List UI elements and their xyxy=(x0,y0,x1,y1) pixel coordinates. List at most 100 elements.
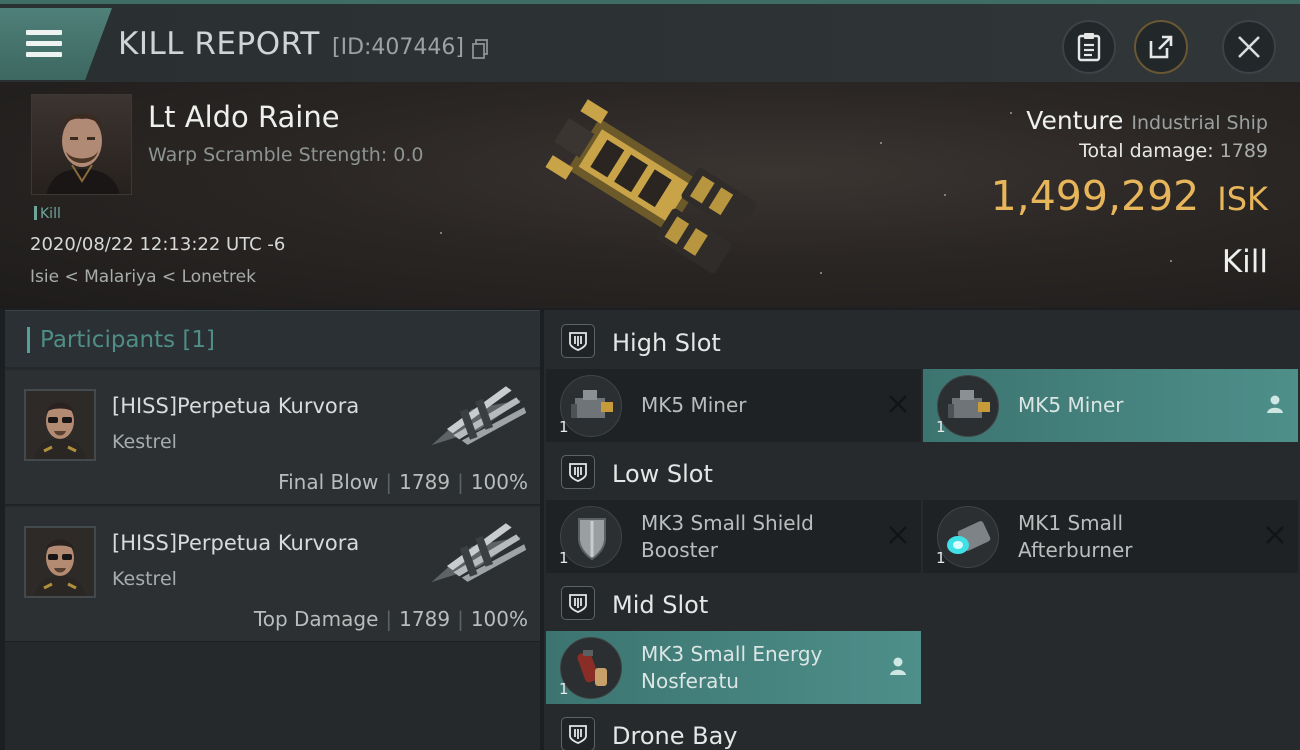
participant-percent: 100% xyxy=(470,470,528,494)
module-item[interactable]: 1 MK3 Small Energy Nosferatu xyxy=(546,631,921,704)
isk-amount: 1,499,292 xyxy=(990,172,1200,220)
item-quantity: 1 xyxy=(559,680,569,698)
slot-icon xyxy=(561,324,595,358)
report-id: [ID:407446] xyxy=(332,35,464,60)
star xyxy=(1010,112,1012,114)
total-damage-value: 1789 xyxy=(1219,140,1268,162)
participant-ship-image xyxy=(431,386,527,446)
close-icon xyxy=(1238,36,1260,58)
item-name-line1: MK3 Small Energy xyxy=(641,642,823,666)
kill-tag: Kill xyxy=(34,206,61,222)
drone-bay-label: Drone Bay xyxy=(612,722,738,750)
participant-ship-image xyxy=(431,523,527,583)
module-item[interactable]: 1 MK5 Miner xyxy=(546,369,921,442)
participant-avatar xyxy=(24,389,96,461)
destroyed-x-icon xyxy=(1266,526,1284,544)
slot-icon xyxy=(561,586,595,620)
item-name: MK5 Miner xyxy=(1018,392,1123,419)
shield-booster-icon xyxy=(560,506,622,568)
participant-role: Top Damage xyxy=(253,607,379,631)
mid-slot-label: Mid Slot xyxy=(612,591,709,619)
share-icon xyxy=(1149,35,1173,59)
star xyxy=(1170,260,1172,262)
warp-scramble-strength: Warp Scramble Strength: 0.0 xyxy=(148,144,424,166)
low-slot-header: Low Slot xyxy=(544,443,1300,501)
participant-ship: Kestrel xyxy=(112,568,177,590)
star xyxy=(440,232,442,234)
participant-role: Final Blow xyxy=(278,470,379,494)
close-button[interactable] xyxy=(1222,20,1276,74)
item-name: MK5 Miner xyxy=(641,392,746,419)
victim-ship[interactable]: Venture Industrial Ship xyxy=(1026,106,1268,135)
miner-icon xyxy=(937,375,999,437)
ship-name: Venture xyxy=(1026,106,1124,135)
mid-slot-header: Mid Slot xyxy=(544,574,1300,632)
victim-portrait[interactable] xyxy=(31,94,132,195)
slot-icon xyxy=(561,455,595,489)
participant-avatar xyxy=(24,526,96,598)
afterburner-icon xyxy=(937,506,999,568)
module-item[interactable]: 1 MK3 Small Shield Booster xyxy=(546,500,921,573)
pilot-face-icon xyxy=(34,539,86,596)
total-damage-label: Total damage: xyxy=(1079,140,1214,162)
star xyxy=(820,272,822,274)
page-title: KILL REPORT xyxy=(118,26,320,62)
item-name-line1: MK3 Small Shield xyxy=(641,511,814,535)
participant-name[interactable]: [HISS]Perpetua Kurvora xyxy=(112,531,359,555)
participant-percent: 100% xyxy=(470,607,528,631)
pilot-face-icon xyxy=(46,113,120,194)
kill-location[interactable]: Isie < Malariya < Lonetrek xyxy=(30,267,256,287)
item-quantity: 1 xyxy=(936,418,946,436)
total-damage: Total damage: 1789 xyxy=(1079,140,1268,162)
kill-datetime: 2020/08/22 12:13:22 UTC -6 xyxy=(30,234,286,255)
item-name: MK3 Small Shield Booster xyxy=(641,510,814,564)
participant-stats: Top Damage | 1789 | 100% xyxy=(253,607,528,631)
high-slot-header: High Slot xyxy=(544,312,1300,370)
item-name-line2: Afterburner xyxy=(1018,538,1133,562)
participant-stats: Final Blow | 1789 | 100% xyxy=(278,470,528,494)
participant-row[interactable]: [HISS]Perpetua Kurvora Kestrel Top Damag… xyxy=(5,507,540,642)
share-button[interactable] xyxy=(1134,20,1188,74)
star xyxy=(880,142,882,144)
victim-name[interactable]: Lt Aldo Raine xyxy=(148,100,340,134)
high-slot-label: High Slot xyxy=(612,329,721,357)
menu-button[interactable] xyxy=(0,8,112,80)
participants-count: [1] xyxy=(182,327,216,353)
miner-icon xyxy=(560,375,622,437)
participants-panel: Participants [1] [HISS]Perpetua Kurvora … xyxy=(5,310,540,750)
item-name-line1: MK5 Miner xyxy=(641,393,747,417)
participant-row[interactable]: [HISS]Perpetua Kurvora Kestrel Final Blo… xyxy=(5,370,540,505)
item-name-line1: MK1 Small xyxy=(1018,511,1123,535)
participant-name[interactable]: [HISS]Perpetua Kurvora xyxy=(112,394,359,418)
item-name: MK1 Small Afterburner xyxy=(1018,510,1132,564)
star xyxy=(944,194,946,196)
item-quantity: 1 xyxy=(559,549,569,567)
victim-summary: Lt Aldo Raine Warp Scramble Strength: 0.… xyxy=(0,82,1300,308)
item-name-line2: Nosferatu xyxy=(641,669,739,693)
ship-class: Industrial Ship xyxy=(1131,112,1268,134)
participant-damage: 1789 xyxy=(399,607,451,631)
participants-label: Participants xyxy=(40,327,176,353)
fitting-panel: High Slot 1 MK5 Miner 1 MK5 Miner Low Sl… xyxy=(544,310,1300,750)
drone-bay-header: Drone Bay xyxy=(544,705,1300,750)
kill-result: Kill xyxy=(1221,244,1268,280)
dropped-person-icon xyxy=(890,657,906,675)
clipboard-button[interactable] xyxy=(1062,20,1116,74)
nosferatu-icon xyxy=(560,637,622,699)
kill-tag-label: Kill xyxy=(40,206,61,222)
pilot-face-icon xyxy=(34,402,86,459)
module-item[interactable]: 1 MK5 Miner xyxy=(923,369,1298,442)
participants-header: Participants [1] xyxy=(5,310,540,367)
isk-unit: ISK xyxy=(1217,180,1268,218)
destroyed-x-icon xyxy=(889,526,907,544)
clipboard-icon xyxy=(1077,33,1101,62)
item-quantity: 1 xyxy=(559,418,569,436)
item-name: MK3 Small Energy Nosferatu xyxy=(641,641,822,695)
participant-ship: Kestrel xyxy=(112,431,177,453)
module-item[interactable]: 1 MK1 Small Afterburner xyxy=(923,500,1298,573)
victim-ship-image[interactable] xyxy=(528,88,778,298)
item-name-line2: Booster xyxy=(641,538,718,562)
destroyed-x-icon xyxy=(889,395,907,413)
copy-icon[interactable] xyxy=(472,39,488,59)
dropped-person-icon xyxy=(1267,395,1283,413)
